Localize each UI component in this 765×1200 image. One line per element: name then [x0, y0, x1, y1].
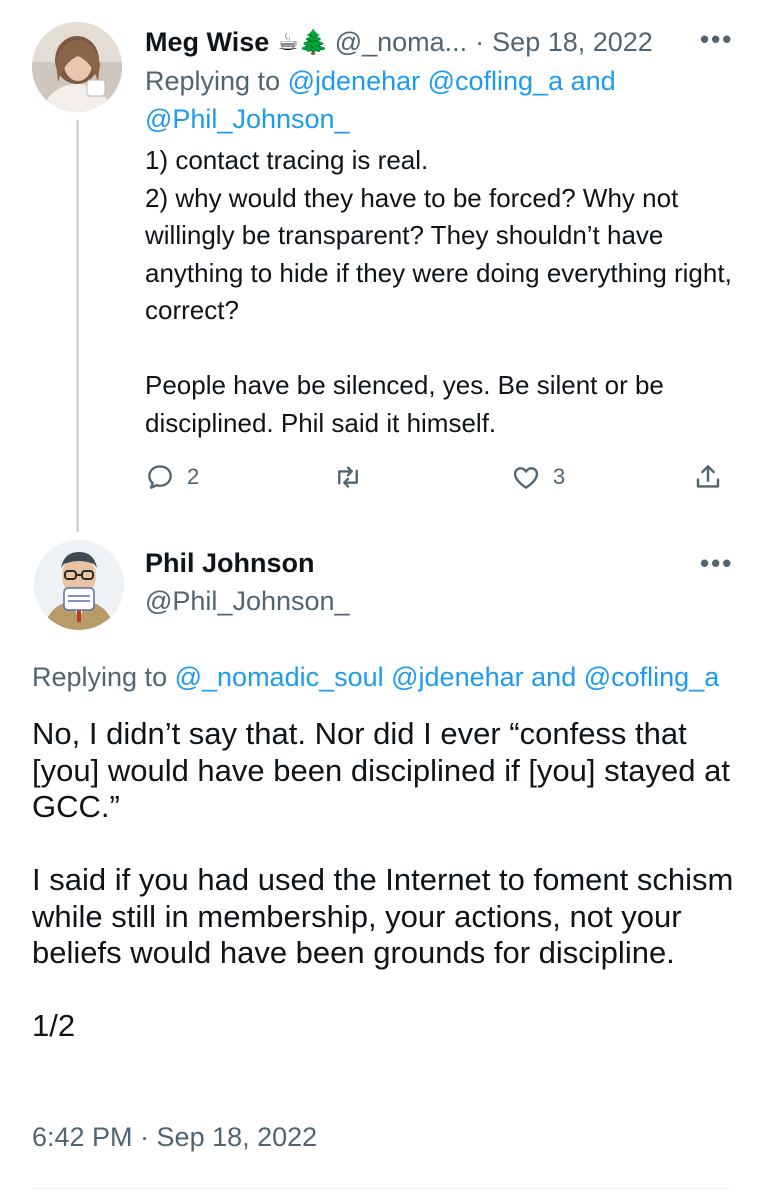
- author-handle[interactable]: @Phil_Johnson_: [145, 586, 350, 617]
- avatar[interactable]: [34, 540, 124, 630]
- author-name[interactable]: Meg Wise: [145, 27, 269, 58]
- tweet-timestamp[interactable]: 6:42 PM · Sep 18, 2022: [32, 1122, 317, 1153]
- profile-photo-phil: [34, 540, 124, 630]
- replying-to: Replying to @jdenehar @cofling_a and @Ph…: [145, 62, 735, 138]
- retweet-button[interactable]: [333, 462, 363, 492]
- reply-tweet-header: Meg Wise ☕🌲 @_noma... · Sep 18, 2022: [145, 22, 725, 62]
- author-emoji: ☕🌲: [277, 28, 329, 56]
- replying-mentions[interactable]: @_nomadic_soul @jdenehar: [175, 662, 524, 692]
- thread-connector-line: [76, 120, 79, 532]
- like-icon: [513, 467, 539, 489]
- replying-mention-phil[interactable]: @Phil_Johnson_: [145, 104, 350, 134]
- like-count: 3: [553, 464, 566, 489]
- tweet-date[interactable]: Sep 18, 2022: [492, 27, 653, 58]
- replying-prefix: Replying to: [145, 66, 281, 96]
- reply-icon: [148, 465, 172, 489]
- replying-and: and: [531, 662, 577, 692]
- replying-mention-cofling[interactable]: @cofling_a: [584, 662, 720, 692]
- like-button[interactable]: 3: [511, 462, 565, 492]
- separator-dot: ·: [475, 26, 485, 57]
- author-name[interactable]: Phil Johnson: [145, 548, 315, 579]
- replying-and: and: [570, 66, 616, 96]
- profile-photo-meg: [32, 22, 122, 112]
- reply-button[interactable]: 2: [145, 462, 199, 492]
- reply-tweet-text: 1) contact tracing is real. 2) why would…: [145, 145, 732, 438]
- reply-tweet-actions: 2 3: [145, 462, 735, 502]
- more-icon[interactable]: •••: [700, 24, 733, 55]
- author-handle[interactable]: @_noma...: [335, 27, 467, 58]
- share-icon: [696, 465, 720, 488]
- divider: [32, 1188, 732, 1189]
- retweet-icon: [338, 466, 358, 488]
- share-button[interactable]: [693, 462, 723, 492]
- replying-mentions[interactable]: @jdenehar @cofling_a: [288, 66, 563, 96]
- avatar[interactable]: [32, 22, 122, 112]
- more-icon[interactable]: •••: [700, 548, 733, 579]
- reply-count: 2: [187, 464, 200, 489]
- replying-prefix: Replying to: [32, 662, 168, 692]
- replying-to: Replying to @_nomadic_soul @jdenehar and…: [32, 658, 752, 696]
- main-tweet-text: No, I didn’t say that. Nor did I ever “c…: [32, 716, 734, 1043]
